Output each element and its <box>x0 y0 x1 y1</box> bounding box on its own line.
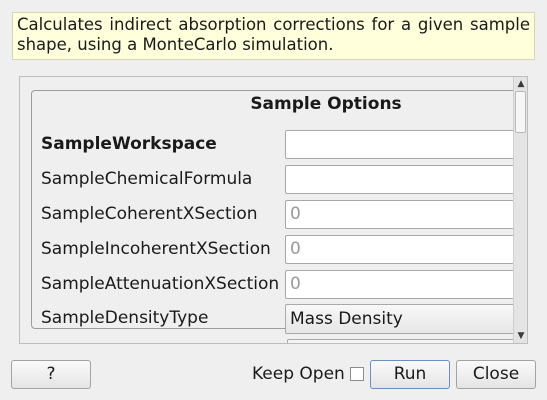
keep-open-label: Keep Open <box>252 364 345 384</box>
sample-chemical-formula-row: SampleChemicalFormula <box>32 165 525 195</box>
sample-attenuation-xsection-label: SampleAttenuationXSection <box>41 274 280 294</box>
sample-chemical-formula-input[interactable] <box>285 165 525 194</box>
sample-attenuation-xsection-row: SampleAttenuationXSection 0 <box>32 270 525 300</box>
sample-density-type-row: SampleDensityType Mass Density <box>32 304 525 334</box>
scroll-up-icon[interactable]: ▲ <box>514 77 527 91</box>
help-button[interactable]: ? <box>11 360 91 389</box>
sample-density-type-select[interactable]: Mass Density <box>285 304 525 334</box>
sample-density-type-label: SampleDensityType <box>41 308 209 328</box>
next-property-field-partial[interactable] <box>287 339 527 343</box>
scrollbar-thumb[interactable] <box>515 91 526 133</box>
sample-workspace-row: SampleWorkspace <box>32 130 525 160</box>
sample-options-group: Sample Options SampleWorkspace SampleChe… <box>31 90 525 334</box>
sample-chemical-formula-label: SampleChemicalFormula <box>41 169 253 189</box>
sample-workspace-input[interactable] <box>285 130 525 159</box>
group-title: Sample Options <box>250 94 402 114</box>
sample-workspace-label: SampleWorkspace <box>41 134 217 154</box>
algorithm-description: Calculates indirect absorption correctio… <box>12 12 535 60</box>
sample-coherent-xsection-row: SampleCoherentXSection 0 <box>32 200 525 230</box>
scroll-down-icon[interactable]: ▼ <box>514 329 527 343</box>
sample-coherent-xsection-input[interactable]: 0 <box>285 200 525 229</box>
run-button[interactable]: Run <box>370 360 450 389</box>
properties-scroll-area[interactable]: Sample Options SampleWorkspace SampleChe… <box>19 76 528 344</box>
sample-incoherent-xsection-row: SampleIncoherentXSection 0 <box>32 235 525 265</box>
sample-incoherent-xsection-input[interactable]: 0 <box>285 235 525 264</box>
sample-incoherent-xsection-label: SampleIncoherentXSection <box>41 239 271 259</box>
sample-attenuation-xsection-input[interactable]: 0 <box>285 270 525 299</box>
vertical-scrollbar[interactable]: ▲ ▼ <box>513 77 527 343</box>
close-button[interactable]: Close <box>456 360 536 389</box>
sample-coherent-xsection-label: SampleCoherentXSection <box>41 204 258 224</box>
keep-open-checkbox[interactable] <box>350 367 364 381</box>
